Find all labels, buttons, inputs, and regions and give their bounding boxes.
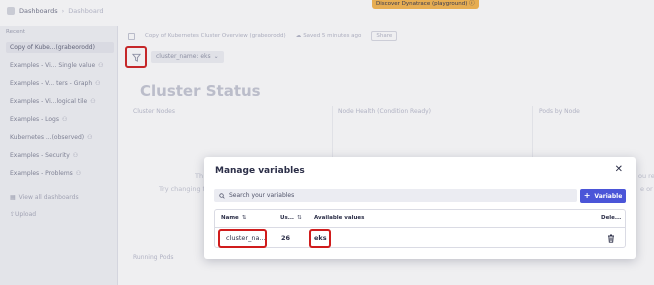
table-row[interactable]: cluster_na... 26 eks [215,227,625,248]
dialog-title: Manage variables [215,166,305,176]
highlight-box-name [218,229,267,248]
close-icon[interactable]: ✕ [615,165,623,175]
column-header-label: Name [221,215,239,221]
variable-search-field[interactable] [214,189,577,202]
highlight-box-values [309,229,331,248]
column-header-label: Us... [280,215,295,221]
variable-usage-cell: 26 [281,234,291,242]
column-header-label: Dele... [601,215,622,221]
column-header-delete: Dele... [601,210,621,226]
column-header-name[interactable]: Name ⇅ [221,210,246,226]
trash-icon[interactable] [607,234,615,243]
variables-table: Name ⇅ Us... ⇅ Available values Dele... cl… [214,209,626,248]
search-icon [219,192,225,199]
column-header-label: Available values [314,215,365,221]
sort-icon: ⇅ [297,215,302,221]
sort-icon: ⇅ [241,215,247,221]
add-variable-label: Variable [594,192,623,200]
search-input[interactable] [229,192,559,199]
add-variable-button[interactable]: + Variable [580,189,626,203]
manage-variables-dialog: Manage variables ✕ + Variable Name⇅ Us..… [204,157,636,259]
column-header-usage[interactable]: Us... ⇅ [280,210,302,226]
column-header-available-values: Available values [314,210,364,226]
plus-icon: + [583,191,591,200]
